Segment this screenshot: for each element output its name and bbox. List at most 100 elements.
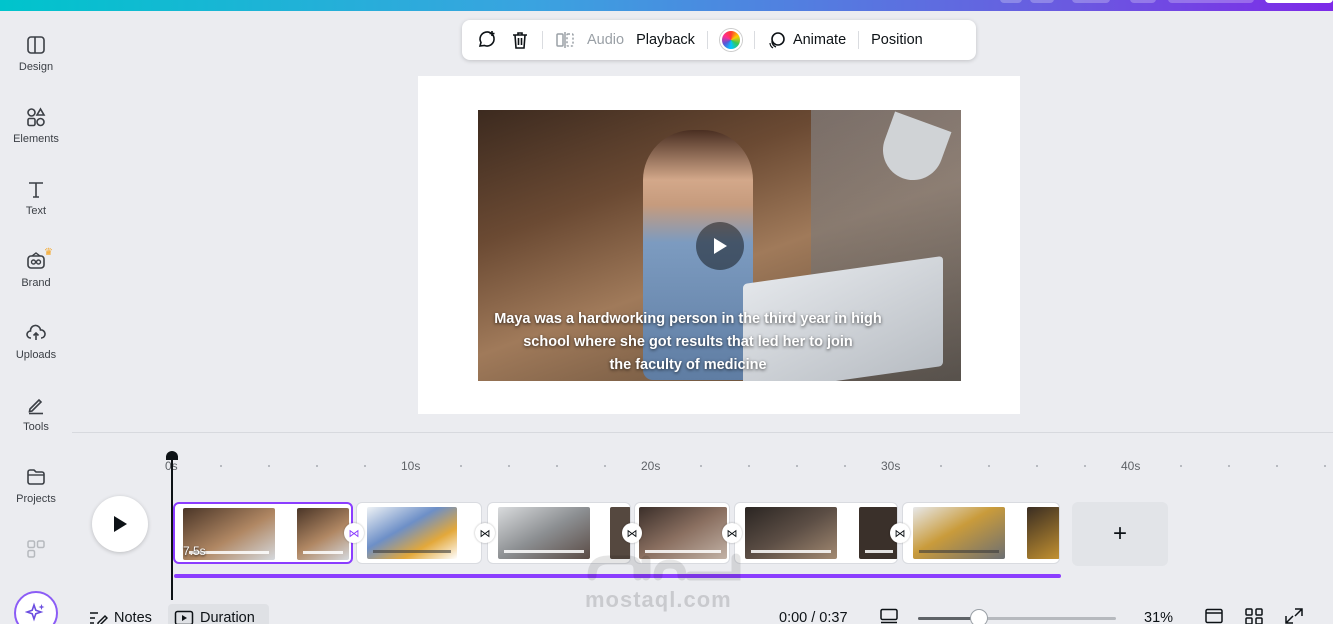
split-button[interactable] <box>549 24 581 56</box>
magic-assistant-button[interactable] <box>14 591 58 624</box>
sidebar-item-label: Uploads <box>15 349 57 361</box>
clip-thumbnail <box>913 507 1005 559</box>
ruler-tick <box>796 465 798 467</box>
video-caption[interactable]: Maya was a hardworking person in the thi… <box>488 308 888 377</box>
comment-button[interactable] <box>470 24 504 56</box>
ruler-label: 40s <box>1121 459 1141 473</box>
transition-button[interactable]: ⋈ <box>722 523 742 543</box>
header-chip[interactable] <box>1130 0 1156 3</box>
transition-icon: ⋈ <box>894 527 906 540</box>
sidebar-item-tools[interactable]: Tools <box>0 395 72 455</box>
ruler-tick <box>1180 465 1182 467</box>
clip-thumbnail <box>367 507 457 559</box>
transition-button[interactable]: ⋈ <box>890 523 910 543</box>
transition-icon: ⋈ <box>726 527 738 540</box>
sidebar-item-brand[interactable]: ♛ Brand <box>0 247 72 311</box>
sidebar-item-label: Tools <box>23 421 49 433</box>
playhead[interactable] <box>171 458 173 600</box>
watermark-text: mostaql.com <box>585 587 732 612</box>
ruler-tick <box>268 465 270 467</box>
sidebar-item-uploads[interactable]: Uploads <box>0 323 72 383</box>
sidebar-item-label: Brand <box>21 277 51 289</box>
plus-icon: + <box>1112 520 1127 547</box>
toolbar-divider <box>858 31 860 49</box>
timeline-clip[interactable] <box>902 502 1060 564</box>
delete-button[interactable] <box>504 24 536 56</box>
transition-button[interactable]: ⋈ <box>475 523 495 543</box>
sparkle-icon <box>25 602 45 622</box>
ruler-tick <box>1036 465 1038 467</box>
playback-button[interactable]: Playback <box>630 24 701 56</box>
fullscreen-icon[interactable] <box>1284 608 1304 624</box>
sidebar-item-label: Design <box>18 61 54 73</box>
tools-icon <box>28 398 43 415</box>
clip-thumbnail <box>1027 507 1059 559</box>
apps-icon <box>27 540 45 558</box>
video-play-button[interactable] <box>696 222 744 270</box>
sidebar-item-text[interactable]: Text <box>0 179 72 239</box>
ruler-tick <box>220 465 222 467</box>
sidebar-item-elements[interactable]: Elements <box>0 107 72 167</box>
transition-button[interactable]: ⋈ <box>344 523 364 543</box>
playback-time: 0:00 / 0:37 <box>779 610 848 624</box>
sidebar-item-label: Projects <box>16 493 56 505</box>
duration-button[interactable]: Duration <box>168 604 269 624</box>
ruler-tick <box>1084 465 1086 467</box>
ruler-tick <box>1228 465 1230 467</box>
caption-line: Maya was a hardworking person in the thi… <box>494 311 882 327</box>
timeline-clip[interactable]: 7.5s <box>173 502 353 564</box>
ruler-label: 10s <box>401 459 421 473</box>
caption-line: the faculty of medicine <box>609 357 767 373</box>
ruler-tick <box>604 465 606 467</box>
element-toolbar: Audio Playback Animate Position <box>462 20 976 60</box>
color-wheel-icon <box>719 29 742 51</box>
ruler-label: 20s <box>641 459 661 473</box>
header-chip[interactable] <box>1030 0 1054 3</box>
ruler-tick <box>748 465 750 467</box>
sidebar-item-apps[interactable] <box>0 539 72 563</box>
color-button[interactable] <box>714 24 748 56</box>
ruler-tick <box>988 465 990 467</box>
ruler-tick <box>364 465 366 467</box>
crown-icon: ♛ <box>44 247 53 258</box>
sidebar-item-design[interactable]: Design <box>0 35 72 95</box>
design-icon <box>27 36 45 54</box>
ruler-tick <box>508 465 510 467</box>
zoom-slider-handle[interactable] <box>970 609 989 624</box>
transition-icon: ⋈ <box>626 527 638 540</box>
duration-icon <box>174 610 194 624</box>
ruler-tick <box>1276 465 1278 467</box>
timeline-clip[interactable] <box>356 502 482 564</box>
position-button[interactable]: Position <box>865 24 929 56</box>
ruler-tick <box>460 465 462 467</box>
animate-button[interactable]: Animate <box>761 24 852 56</box>
ruler-tick <box>316 465 318 467</box>
timeline-clip[interactable] <box>734 502 898 564</box>
left-sidebar: Design Elements Text ♛ Brand Uploads Too… <box>0 11 72 624</box>
clip-thumbnail <box>498 507 590 559</box>
share-button[interactable] <box>1265 0 1333 3</box>
toolbar-divider <box>706 31 708 49</box>
audio-button[interactable]: Audio <box>581 24 630 56</box>
scroll-view-icon[interactable] <box>1204 608 1224 624</box>
page-view-icon[interactable] <box>879 608 899 624</box>
add-page-button[interactable]: + <box>1072 502 1168 566</box>
zoom-percent[interactable]: 31% <box>1144 610 1173 624</box>
sidebar-item-projects[interactable]: Projects <box>0 467 72 527</box>
top-header-strip <box>0 0 1333 11</box>
notes-button[interactable]: Notes <box>82 604 158 624</box>
transition-button[interactable]: ⋈ <box>622 523 642 543</box>
grid-view-icon[interactable] <box>1244 608 1264 624</box>
clip-thumbnail <box>297 508 349 560</box>
play-icon <box>714 238 727 254</box>
header-chip[interactable] <box>1168 0 1254 3</box>
sidebar-item-label: Text <box>25 205 47 217</box>
ruler-tick <box>940 465 942 467</box>
trash-icon <box>513 32 527 49</box>
play-button[interactable] <box>92 496 148 552</box>
header-chip[interactable] <box>1072 0 1110 3</box>
clip-thumbnail <box>745 507 837 559</box>
header-avatar[interactable] <box>1000 0 1022 3</box>
clip-duration: 7.5s <box>183 544 206 558</box>
notes-label: Notes <box>114 610 152 624</box>
